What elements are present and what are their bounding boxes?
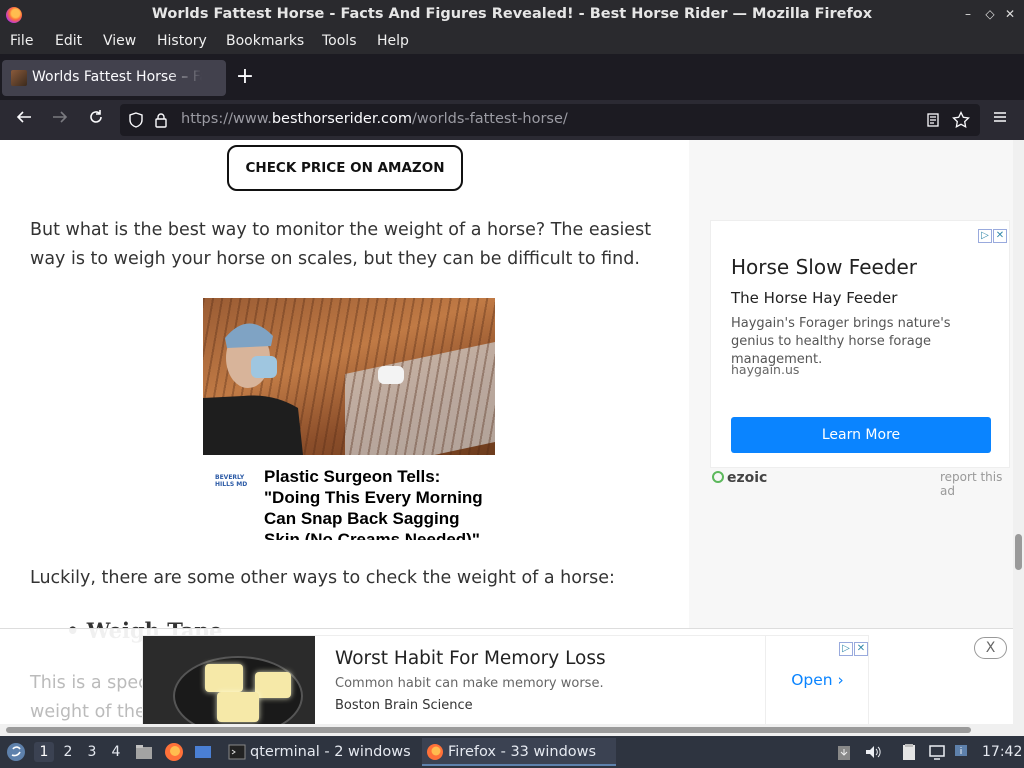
sticky-ad-close-button[interactable]: X bbox=[974, 637, 1007, 659]
tab-title: Worlds Fattest Horse – Facts And Figures… bbox=[32, 69, 202, 85]
reload-icon bbox=[90, 110, 102, 123]
menu-bar: File Edit View History Bookmarks Tools H… bbox=[0, 30, 1024, 54]
menu-file[interactable]: File bbox=[10, 33, 33, 49]
desktop-2[interactable]: 2 bbox=[58, 742, 78, 762]
firefox-icon bbox=[427, 744, 443, 760]
report-ad-link[interactable]: report this ad bbox=[940, 470, 1013, 498]
obscured-text: This is a spec bbox=[30, 673, 148, 693]
new-tab-button[interactable]: + bbox=[234, 66, 256, 88]
window-title: Worlds Fattest Horse - Facts And Figures… bbox=[151, 6, 873, 22]
sidebar-ad-subtitle: The Horse Hay Feeder bbox=[731, 289, 898, 307]
menu-tools[interactable]: Tools bbox=[322, 33, 357, 49]
sidebar-ad-description: Haygain's Forager brings nature's genius… bbox=[731, 316, 951, 367]
native-ad-advertiser-logo: BEVERLY HILLS MD bbox=[215, 474, 248, 488]
minimize-button[interactable]: – bbox=[958, 4, 978, 24]
sticky-ad-description: Common habit can make memory worse. bbox=[335, 676, 604, 691]
native-ad[interactable]: BEVERLY HILLS MD Plastic Surgeon Tells: … bbox=[203, 298, 495, 540]
update-notification-icon[interactable]: i bbox=[952, 742, 970, 760]
paragraph-line: But what is the best way to monitor the … bbox=[30, 220, 652, 240]
sidebar-ad[interactable]: ▷ ✕ Horse Slow Feeder The Horse Hay Feede… bbox=[710, 220, 1010, 468]
taskbar-qterminal-label: qterminal - 2 windows bbox=[250, 744, 411, 760]
bookmark-star-icon[interactable] bbox=[952, 111, 970, 129]
sticky-bottom-ad: This is a spec weight of the Worst Habit… bbox=[0, 628, 1013, 726]
network-icon[interactable] bbox=[928, 743, 946, 761]
sticky-ad-card[interactable]: Worst Habit For Memory Loss Common habit… bbox=[142, 635, 869, 726]
desktop-1[interactable]: 1 bbox=[34, 742, 54, 762]
sidebar-ad-domain: haygain.us bbox=[731, 362, 800, 377]
ezoic-brand: ezoic bbox=[727, 470, 768, 486]
volume-icon[interactable] bbox=[864, 743, 882, 761]
desktop-show-icon[interactable] bbox=[193, 742, 213, 762]
vertical-scrollbar[interactable] bbox=[1013, 140, 1024, 724]
app-menu-button[interactable] bbox=[988, 108, 1012, 132]
title-bar: Worlds Fattest Horse - Facts And Figures… bbox=[0, 0, 1024, 30]
menu-history[interactable]: History bbox=[157, 33, 207, 49]
back-button[interactable] bbox=[12, 108, 36, 132]
vertical-scroll-thumb[interactable] bbox=[1015, 534, 1022, 570]
native-ad-headline[interactable]: Plastic Surgeon Tells: "Doing This Every… bbox=[264, 466, 492, 540]
firefox-launcher-icon[interactable] bbox=[164, 742, 184, 762]
taskbar-qterminal[interactable]: qterminal - 2 windows bbox=[224, 738, 414, 766]
terminal-icon bbox=[228, 744, 246, 760]
notes-icon[interactable] bbox=[900, 743, 918, 761]
lock-icon[interactable] bbox=[153, 112, 169, 128]
horizontal-scrollbar[interactable] bbox=[0, 724, 1024, 736]
sticky-ad-image[interactable] bbox=[143, 636, 315, 726]
forward-button[interactable] bbox=[48, 108, 72, 132]
taskbar-firefox-label: Firefox - 33 windows bbox=[448, 744, 597, 760]
clock[interactable]: 17:42 bbox=[982, 744, 1022, 760]
forward-arrow-icon bbox=[53, 111, 68, 123]
desktop-4[interactable]: 4 bbox=[106, 742, 126, 762]
ad-info-icon[interactable]: ▷ bbox=[839, 642, 853, 656]
file-manager-icon[interactable] bbox=[134, 742, 154, 762]
hamburger-menu-icon bbox=[994, 112, 1006, 122]
paragraph-line: way is to weigh your horse on scales, bu… bbox=[30, 249, 640, 269]
surgeon-figure bbox=[203, 323, 303, 455]
clipboard-icon[interactable] bbox=[836, 743, 852, 761]
menu-help[interactable]: Help bbox=[377, 33, 409, 49]
learn-more-button[interactable]: Learn More bbox=[731, 417, 991, 453]
sidebar-ad-title[interactable]: Horse Slow Feeder bbox=[731, 255, 917, 279]
ezoic-logo[interactable]: ezoic bbox=[712, 470, 767, 486]
tab-active[interactable]: Worlds Fattest Horse – Facts And Figures… bbox=[2, 60, 226, 96]
sticky-ad-advertiser: Boston Brain Science bbox=[335, 698, 473, 713]
maximize-button[interactable]: ◇ bbox=[980, 4, 1000, 24]
taskbar: 1 2 3 4 qterminal - 2 windows Firefox - … bbox=[0, 736, 1024, 768]
native-ad-image[interactable] bbox=[203, 298, 495, 455]
tracking-shield-icon[interactable] bbox=[128, 112, 144, 128]
menu-bookmarks[interactable]: Bookmarks bbox=[226, 33, 304, 49]
ad-close-icon[interactable]: ✕ bbox=[993, 229, 1007, 243]
svg-text:i: i bbox=[960, 747, 963, 757]
paragraph-other-ways: Luckily, there are some other ways to ch… bbox=[30, 568, 615, 588]
start-menu-icon[interactable] bbox=[6, 742, 26, 762]
reload-button[interactable] bbox=[84, 108, 108, 132]
obscured-text: weight of the bbox=[30, 702, 146, 722]
ezoic-check-icon bbox=[712, 471, 724, 483]
back-arrow-icon bbox=[16, 111, 31, 123]
reader-view-icon[interactable] bbox=[925, 112, 941, 128]
desktop-3[interactable]: 3 bbox=[82, 742, 102, 762]
taskbar-firefox[interactable]: Firefox - 33 windows bbox=[422, 738, 616, 766]
sticky-ad-title[interactable]: Worst Habit For Memory Loss bbox=[335, 648, 606, 669]
menu-edit[interactable]: Edit bbox=[55, 33, 82, 49]
close-window-button[interactable]: ✕ bbox=[1000, 4, 1020, 24]
navigation-bar: https://www.besthorserider.com/worlds-fa… bbox=[0, 100, 1024, 140]
ad-choices[interactable]: ▷ ✕ bbox=[977, 223, 1007, 243]
site-favicon-icon bbox=[11, 70, 27, 86]
ad-info-icon[interactable]: ▷ bbox=[978, 229, 992, 243]
url-bar[interactable]: https://www.besthorserider.com/worlds-fa… bbox=[120, 104, 980, 136]
paragraph-monitor-weight: But what is the best way to monitor the … bbox=[30, 216, 651, 274]
menu-view[interactable]: View bbox=[103, 33, 136, 49]
check-price-amazon-button[interactable]: CHECK PRICE ON AMAZON bbox=[227, 145, 463, 191]
horizontal-scroll-thumb[interactable] bbox=[6, 727, 971, 733]
ad-choices[interactable]: ▷ ✕ bbox=[838, 636, 868, 656]
url-text[interactable]: https://www.besthorserider.com/worlds-fa… bbox=[181, 111, 568, 127]
tab-strip: Worlds Fattest Horse – Facts And Figures… bbox=[0, 54, 1024, 100]
ad-close-icon[interactable]: ✕ bbox=[854, 642, 868, 656]
